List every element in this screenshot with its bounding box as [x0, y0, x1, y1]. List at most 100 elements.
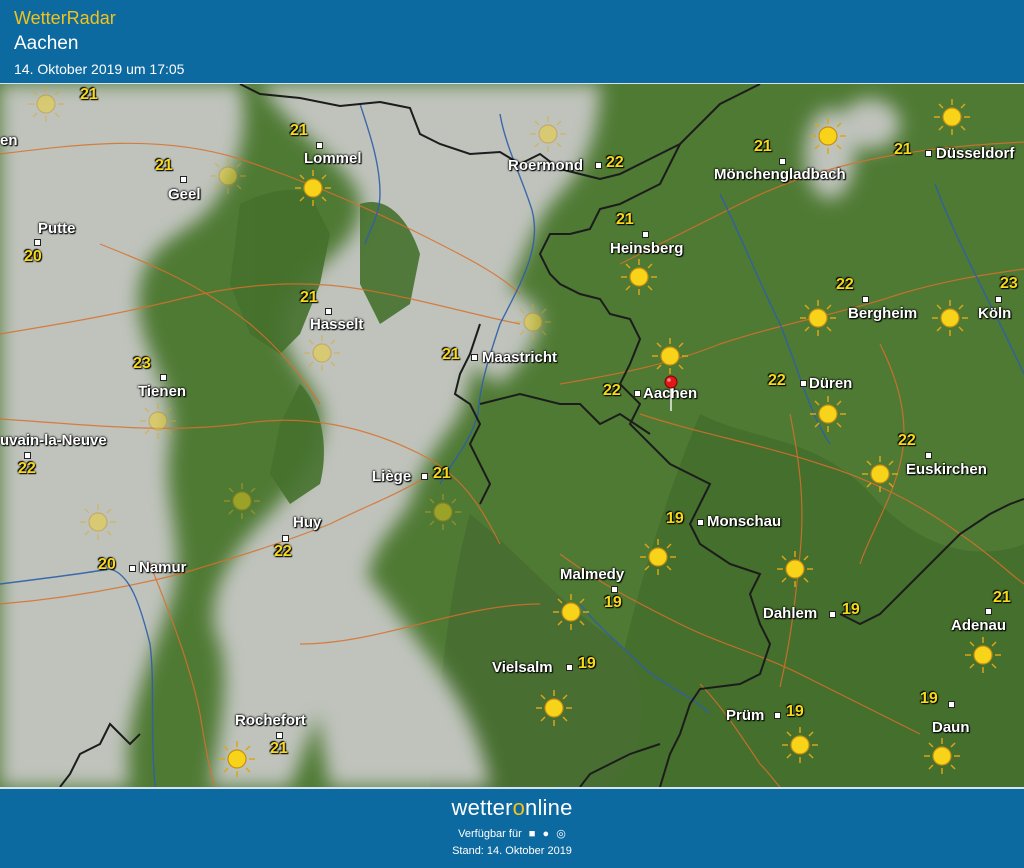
temp-label: 19 — [786, 703, 804, 720]
city-label[interactable]: Bergheim — [848, 305, 917, 322]
city-dot — [948, 701, 955, 708]
brand-title: WetterRadar — [14, 8, 116, 28]
update-stamp: Stand: 14. Oktober 2019 — [452, 845, 572, 857]
sun-icon — [304, 335, 340, 371]
temp-label: 22 — [606, 154, 624, 171]
temp-label: 21 — [155, 157, 173, 174]
city-label[interactable]: Vielsalm — [492, 659, 553, 676]
temp-label: 23 — [1000, 275, 1018, 292]
city-label[interactable]: Liège — [372, 468, 411, 485]
city-label[interactable]: Dahlem — [763, 605, 817, 622]
city-label[interactable]: Namur — [139, 559, 187, 576]
availability-line: Verfügbar für ■ ● ◎ — [458, 828, 566, 840]
temp-label: 21 — [616, 211, 634, 228]
city-label[interactable]: Euskirchen — [906, 461, 987, 478]
sun-icon — [530, 116, 566, 152]
sun-icon — [932, 300, 968, 336]
sun-icon — [295, 170, 331, 206]
city-label[interactable]: uvain-la-Neuve — [0, 432, 107, 449]
sun-icon — [80, 504, 116, 540]
city-dot — [611, 586, 618, 593]
temp-label: 22 — [603, 382, 621, 399]
city-dot — [862, 296, 869, 303]
temp-label: 22 — [836, 276, 854, 293]
sun-icon — [28, 86, 64, 122]
city-label[interactable]: Düren — [809, 375, 852, 392]
sun-icon — [536, 690, 572, 726]
city-dot — [829, 611, 836, 618]
temp-label: 19 — [842, 601, 860, 618]
web-icon[interactable]: ◎ — [556, 828, 566, 840]
city-dot — [34, 239, 41, 246]
sun-icon — [425, 494, 461, 530]
city-dot — [642, 231, 649, 238]
city-dot — [421, 473, 428, 480]
city-label[interactable]: Tienen — [138, 383, 186, 400]
sun-icon — [862, 456, 898, 492]
sun-icon — [224, 483, 260, 519]
sun-icon — [810, 396, 846, 432]
temp-label: 21 — [433, 465, 451, 482]
city-dot — [925, 452, 932, 459]
city-dot — [697, 519, 704, 526]
city-label[interactable]: Köln — [978, 305, 1011, 322]
app-header: WetterRadar Aachen 14. Oktober 2019 um 1… — [0, 0, 1024, 84]
sun-icon — [965, 637, 1001, 673]
city-label[interactable]: Düsseldorf — [936, 145, 1014, 162]
apple-icon[interactable]: ● — [543, 828, 550, 840]
sun-icon — [810, 118, 846, 154]
temp-label: 21 — [894, 141, 912, 158]
city-dot — [24, 452, 31, 459]
sun-icon — [553, 594, 589, 630]
city-dot — [995, 296, 1002, 303]
sun-icon — [777, 551, 813, 587]
timestamp: 14. Oktober 2019 um 17:05 — [14, 61, 185, 77]
city-label[interactable]: Mönchengladbach — [714, 166, 846, 183]
city-label[interactable]: Rochefort — [235, 712, 306, 729]
sun-icon — [621, 259, 657, 295]
app-footer: wetteronline Verfügbar für ■ ● ◎ Stand: … — [0, 787, 1024, 868]
city-label[interactable]: Maastricht — [482, 349, 557, 366]
android-icon[interactable]: ■ — [529, 828, 536, 840]
temp-label: 19 — [666, 510, 684, 527]
city-label[interactable]: Prüm — [726, 707, 764, 724]
city-label[interactable]: Huy — [293, 514, 321, 531]
city-dot — [774, 712, 781, 719]
station-layer: 21 en 21 Lommel 21 Geel Putte 20 Roermon… — [0, 84, 1024, 787]
sun-icon — [924, 738, 960, 774]
city-label[interactable]: Heinsberg — [610, 240, 683, 257]
city-dot — [779, 158, 786, 165]
sun-icon — [800, 300, 836, 336]
temp-label: 20 — [24, 248, 42, 265]
temp-label: 21 — [754, 138, 772, 155]
sun-icon — [210, 158, 246, 194]
temp-label: 23 — [133, 355, 151, 372]
city-label[interactable]: Roermond — [508, 157, 583, 174]
city-dot — [325, 308, 332, 315]
temp-label: 21 — [993, 589, 1011, 606]
temp-label: 19 — [604, 594, 622, 611]
city-label[interactable]: Lommel — [304, 150, 362, 167]
city-label[interactable]: Malmedy — [560, 566, 624, 583]
temp-label: 21 — [80, 86, 98, 103]
location-pin-icon[interactable] — [664, 375, 678, 411]
city-label[interactable]: Geel — [168, 186, 201, 203]
sun-icon — [652, 338, 688, 374]
city-dot — [282, 535, 289, 542]
city-dot — [566, 664, 573, 671]
temp-label: 21 — [270, 740, 288, 757]
city-label[interactable]: Hasselt — [310, 316, 363, 333]
temp-label: 22 — [768, 372, 786, 389]
city-dot — [925, 150, 932, 157]
city-label[interactable]: Adenau — [951, 617, 1006, 634]
weather-map[interactable]: 21 en 21 Lommel 21 Geel Putte 20 Roermon… — [0, 84, 1024, 787]
city-label[interactable]: Putte — [38, 220, 76, 237]
sun-icon — [219, 741, 255, 777]
city-dot — [129, 565, 136, 572]
city-label[interactable]: Daun — [932, 719, 970, 736]
wetteronline-logo[interactable]: wetteronline — [0, 795, 1024, 821]
city-dot — [160, 374, 167, 381]
city-label[interactable]: Monschau — [707, 513, 781, 530]
city-dot — [180, 176, 187, 183]
sun-icon — [515, 304, 551, 340]
